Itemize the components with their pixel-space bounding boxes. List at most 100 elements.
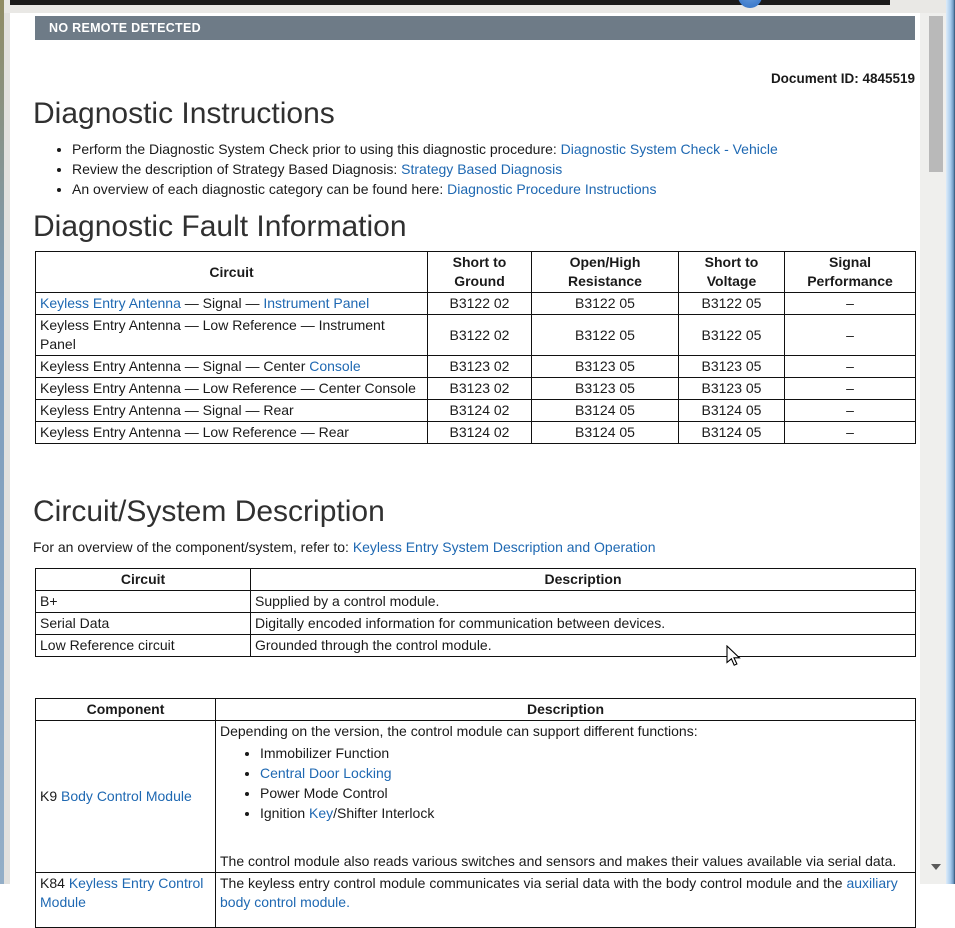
dtc-value-cell: – [785,422,916,444]
function-list: Immobilizer Function Central Door Locking… [220,743,911,823]
inline-link[interactable]: Key [309,805,333,821]
dtc-value-cell: – [785,356,916,378]
circuit-description-table: CircuitDescription B+Supplied by a contr… [35,568,916,657]
inline-link[interactable]: Diagnostic System Check - Vehicle [561,141,778,157]
dtc-value-cell: – [785,400,916,422]
fault-table-header-row: CircuitShort to GroundOpen/High Resistan… [36,252,916,293]
description-cell: Grounded through the control module. [251,635,916,657]
dtc-value-cell: B3123 05 [679,378,785,400]
text-segment: — Signal — [181,295,263,311]
column-header: Circuit [36,252,428,293]
text-segment: Ignition [260,805,309,821]
heading-diagnostic-fault-information: Diagnostic Fault Information [33,209,920,245]
inline-link[interactable]: Strategy Based Diagnosis [401,161,562,177]
circuit-cell: Serial Data [36,613,251,635]
column-header: Circuit [36,569,251,591]
circuit-cell: Keyless Entry Antenna — Signal — Instrum… [36,293,428,315]
text-segment: /Shifter Interlock [333,805,434,821]
dtc-value-cell: B3124 05 [679,400,785,422]
dtc-value-cell: B3123 02 [428,378,532,400]
table-row: B+Supplied by a control module. [36,591,916,613]
dtc-value-cell: B3122 05 [679,315,785,356]
table-row: Low Reference circuitGrounded through th… [36,635,916,657]
description-cell: The keyless entry control module communi… [216,873,916,928]
text-segment: Perform the Diagnostic System Check prio… [72,141,561,157]
dtc-value-cell: B3124 05 [532,400,679,422]
dtc-value-cell: B3123 05 [532,378,679,400]
table-row: Keyless Entry Antenna — Low Reference — … [36,378,916,400]
heading-diagnostic-instructions: Diagnostic Instructions [33,96,920,132]
text-segment: Keyless Entry Antenna — Signal — Rear [40,402,294,418]
function-item: Central Door Locking [260,763,911,783]
inline-link[interactable]: Keyless Entry System Description and Ope… [353,539,656,555]
description-cell: Supplied by a control module. [251,591,916,613]
scrollbar-down-arrow-icon[interactable] [931,864,941,870]
text-segment: Power Mode Control [260,785,388,801]
component-cell: K84 Keyless Entry Control Module [36,873,216,928]
component-table-header-row: ComponentDescription [36,699,916,721]
dtc-value-cell: B3124 02 [428,422,532,444]
column-header: Description [251,569,916,591]
dtc-value-cell: – [785,293,916,315]
description-cell: Digitally encoded information for commun… [251,613,916,635]
column-header: Description [216,699,916,721]
text-segment: The keyless entry control module communi… [220,875,846,891]
text-segment: Keyless Entry Antenna — Low Reference — … [40,380,416,396]
text-segment: Keyless Entry Antenna — Low Reference — … [40,424,349,440]
circuit-cell: B+ [36,591,251,613]
table-row: K84 Keyless Entry Control ModuleThe keyl… [36,873,916,928]
text-segment: Keyless Entry Antenna — Signal — Center [40,358,309,374]
circuit-cell: Keyless Entry Antenna — Low Reference — … [36,315,428,356]
column-header: Signal Performance [785,252,916,293]
function-item: Power Mode Control [260,783,911,803]
inline-link[interactable]: Central Door Locking [260,765,392,781]
fault-information-table: CircuitShort to GroundOpen/High Resistan… [35,251,916,444]
circuit-table-header-row: CircuitDescription [36,569,916,591]
inline-link[interactable]: Diagnostic Procedure Instructions [447,181,656,197]
dtc-value-cell: B3124 05 [532,422,679,444]
function-item: Ignition Key/Shifter Interlock [260,803,911,823]
text-segment: Immobilizer Function [260,745,389,761]
circuit-cell: Keyless Entry Antenna — Signal — Rear [36,400,428,422]
dtc-value-cell: B3122 02 [428,315,532,356]
dtc-value-cell: B3124 05 [679,422,785,444]
component-description-table: ComponentDescription K9 Body Control Mod… [35,698,916,928]
dtc-value-cell: – [785,315,916,356]
instruction-item: Perform the Diagnostic System Check prio… [72,139,920,159]
text-segment: An overview of each diagnostic category … [72,181,447,197]
diagnostic-instructions-list: Perform the Diagnostic System Check prio… [35,139,920,199]
window-right-border [946,0,955,884]
column-header: Component [36,699,216,721]
circuit-cell: Keyless Entry Antenna — Low Reference — … [36,378,428,400]
description-intro: Depending on the version, the control mo… [220,722,911,741]
document-pane: NO REMOTE DETECTED Document ID: 4845519 … [10,13,920,884]
circuit-system-intro: For an overview of the component/system,… [33,539,920,556]
column-header: Open/High Resistance [532,252,679,293]
circuit-cell: Keyless Entry Antenna — Low Reference — … [36,422,428,444]
table-row: Keyless Entry Antenna — Low Reference — … [36,422,916,444]
table-row: Keyless Entry Antenna — Low Reference — … [36,315,916,356]
text-segment: K84 [40,875,69,891]
inline-link[interactable]: Body Control Module [61,788,192,804]
component-cell: K9 Body Control Module [36,721,216,873]
table-row: K9 Body Control ModuleDepending on the v… [36,721,916,873]
table-row: Keyless Entry Antenna — Signal — Center … [36,356,916,378]
scrollbar-thumb[interactable] [929,16,943,172]
inline-link[interactable]: Instrument Panel [263,295,369,311]
no-remote-banner: NO REMOTE DETECTED [35,16,915,40]
instruction-item: An overview of each diagnostic category … [72,179,920,199]
text-segment: Review the description of Strategy Based… [72,161,401,177]
table-row: Keyless Entry Antenna — Signal — Rear B31… [36,400,916,422]
dtc-value-cell: B3122 02 [428,293,532,315]
description-cell: Depending on the version, the control mo… [216,721,916,873]
dtc-value-cell: B3124 02 [428,400,532,422]
column-header: Short to Voltage [679,252,785,293]
instruction-item: Review the description of Strategy Based… [72,159,920,179]
inline-link[interactable]: Console [309,358,360,374]
dtc-value-cell: – [785,378,916,400]
dtc-value-cell: B3122 05 [532,293,679,315]
circuit-cell: Low Reference circuit [36,635,251,657]
dtc-value-cell: B3123 05 [532,356,679,378]
table-row: Keyless Entry Antenna — Signal — Instrum… [36,293,916,315]
inline-link[interactable]: Keyless Entry Antenna [40,295,181,311]
